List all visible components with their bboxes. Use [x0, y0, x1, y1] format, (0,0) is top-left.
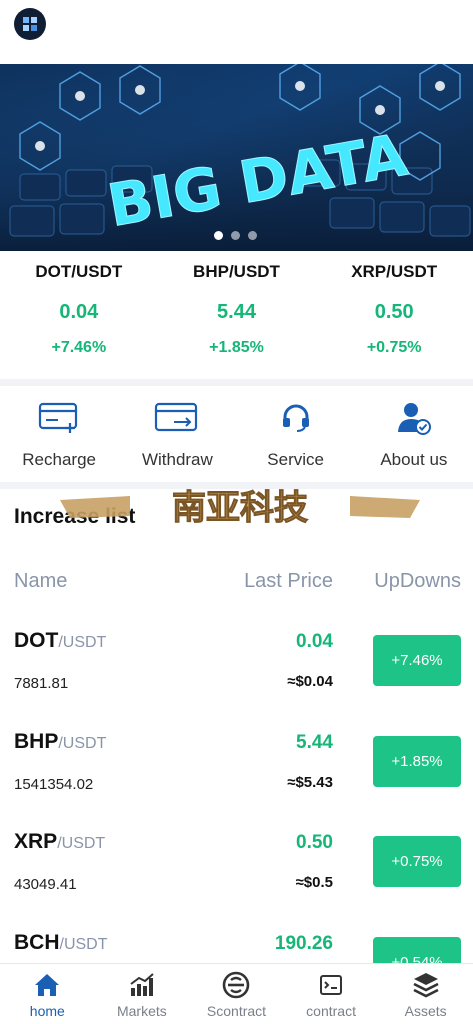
about-us-button[interactable]: About us [355, 386, 473, 482]
tab-label: Markets [116, 1003, 167, 1019]
ticker-price: 0.50 [374, 301, 414, 323]
list-item[interactable]: BCH/USDT 190.26 +0.54% [0, 931, 473, 963]
tab-home[interactable]: home [0, 964, 95, 1024]
change-badge[interactable]: +0.75% [373, 836, 461, 887]
markets-chart-icon [129, 970, 155, 1000]
carousel-dots[interactable] [214, 231, 257, 240]
divider [0, 379, 473, 386]
ticker-change: +0.75% [366, 339, 422, 356]
change-badge[interactable]: +1.85% [373, 736, 461, 787]
column-header-updowns: UpDowns [374, 570, 461, 592]
pair-symbol: BCH/USDT [14, 931, 108, 954]
home-icon [34, 970, 60, 1000]
action-label: Service [267, 450, 324, 469]
contract-icon [318, 970, 344, 1000]
change-badge[interactable]: +0.54% [373, 937, 461, 963]
promo-banner[interactable]: BIG DATA [0, 64, 473, 251]
change-badge[interactable]: +7.46% [373, 635, 461, 686]
pair-symbol: BHP/USDT [14, 730, 107, 753]
last-price: 5.44 [296, 732, 333, 753]
tab-label: home [29, 1003, 65, 1019]
pair-symbol: XRP/USDT [14, 830, 106, 853]
column-header-name: Name [14, 570, 68, 592]
withdraw-button[interactable]: Withdraw [118, 386, 236, 482]
recharge-card-icon [38, 396, 80, 440]
ticker-change: +7.46% [51, 339, 107, 356]
usd-price: ≈$5.43 [287, 774, 333, 791]
ticker-pair: DOT/USDT [35, 262, 123, 281]
action-label: Recharge [22, 450, 96, 469]
quick-actions: Recharge Withdraw Service About us [0, 386, 473, 482]
column-header-last-price: Last Price [244, 570, 333, 592]
app-logo-icon[interactable] [14, 8, 46, 40]
ticker-bhp[interactable]: BHP/USDT 5.44 +1.85% [158, 251, 316, 379]
tab-label: Assets [404, 1003, 447, 1019]
scontract-icon [222, 970, 250, 1000]
last-price: 190.26 [274, 933, 333, 954]
volume: 43049.41 [14, 876, 77, 893]
tab-markets[interactable]: Markets [95, 964, 190, 1024]
tab-contract[interactable]: contract [284, 964, 379, 1024]
carousel-dot[interactable] [231, 231, 240, 240]
last-price: 0.04 [296, 631, 333, 652]
volume: 7881.81 [14, 675, 69, 692]
ticker-pair: BHP/USDT [193, 262, 280, 281]
tab-assets[interactable]: Assets [378, 964, 473, 1024]
assets-layers-icon [412, 970, 440, 1000]
ticker-price: 0.04 [59, 301, 99, 323]
action-label: Withdraw [141, 450, 213, 469]
tab-label: contract [306, 1003, 356, 1019]
usd-price: ≈$0.5 [295, 874, 333, 891]
ticker-xrp[interactable]: XRP/USDT 0.50 +0.75% [315, 251, 473, 379]
last-price: 0.50 [296, 832, 333, 853]
list-item[interactable]: BHP/USDT 1541354.02 5.44 ≈$5.43 +1.85% [0, 730, 473, 830]
carousel-dot[interactable] [248, 231, 257, 240]
carousel-dot[interactable] [214, 231, 223, 240]
usd-price: ≈$0.04 [287, 673, 333, 690]
watermark-logo: 南亚科技 [60, 488, 420, 528]
ticker-price: 5.44 [217, 301, 256, 323]
watermark-text: 南亚科技 [172, 488, 308, 528]
withdraw-card-icon [154, 396, 200, 440]
top-bar [0, 0, 473, 64]
service-button[interactable]: Service [237, 386, 355, 482]
tab-scontract[interactable]: Scontract [189, 964, 284, 1024]
ticker-change: +1.85% [209, 339, 264, 356]
user-verified-icon [396, 396, 432, 440]
headset-icon [279, 396, 313, 440]
action-label: About us [380, 450, 448, 469]
ticker-dot[interactable]: DOT/USDT 0.04 +7.46% [0, 251, 158, 379]
list-item[interactable]: XRP/USDT 43049.41 0.50 ≈$0.5 +0.75% [0, 830, 473, 930]
volume: 1541354.02 [14, 776, 94, 793]
bottom-tab-bar: home Markets Scontract contract Assets [0, 963, 473, 1024]
ticker-pair: XRP/USDT [351, 262, 438, 281]
recharge-button[interactable]: Recharge [0, 386, 118, 482]
tab-label: Scontract [206, 1003, 267, 1019]
ticker-strip: DOT/USDT 0.04 +7.46% BHP/USDT 5.44 +1.85… [0, 251, 473, 379]
pair-symbol: DOT/USDT [14, 629, 107, 652]
list-item[interactable]: DOT/USDT 7881.81 0.04 ≈$0.04 +7.46% [0, 629, 473, 729]
